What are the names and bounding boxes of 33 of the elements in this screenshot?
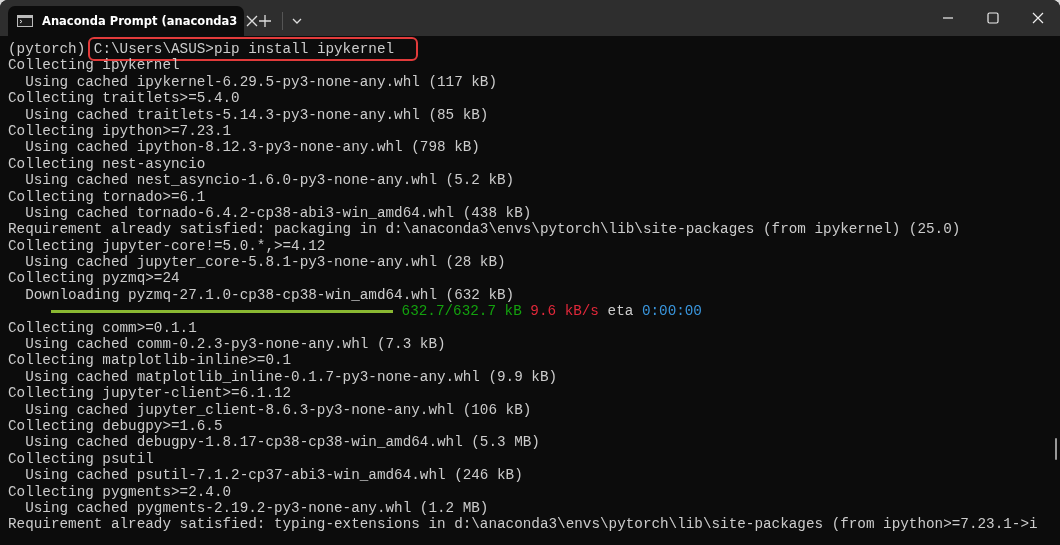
output-line: Collecting comm>=0.1.1 [8, 319, 197, 337]
output-line: Using cached matplotlib_inline-0.1.7-py3-none-any.whl (9.9 kB) [24, 368, 558, 386]
output-line: Collecting jupyter-core!=5.0.*,>=4.12 [8, 237, 326, 255]
output-line: Using cached nest_asyncio-1.6.0-py3-none-any.whl (5.2 kB) [24, 172, 515, 189]
output-line: Using cached ipykernel-6.29.5-py3-none-any.whl (117 kB) [24, 73, 498, 91]
output-line: Requirement already satisfied: typing-extensions in d:\anaconda3\envs\pytorch\lib\site-packages (from ipython>=7.23.1->i [8, 516, 1038, 533]
output-line: Collecting matplotlib-inline>=0.1 [8, 352, 292, 369]
output-line: Requirement already satisfied: packaging in d:\anaconda3\envs\pytorch\lib\site-packages (from ipykernel) (25.0) [8, 221, 961, 238]
output-line: Using cached comm-0.2.3-py3-none-any.whl (7.3 kB) [24, 336, 446, 353]
output-line: Using cached psutil-7.1.2-cp37-abi3-win_amd64.whl (246 kB) [24, 467, 523, 484]
output-line: Collecting debugpy>=1.6.5 [8, 418, 223, 435]
download-amount: 632.7/632.7 kB [401, 303, 522, 320]
output-line: Using cached jupyter_client-8.6.3-py3-none-any.whl (106 kB) [24, 401, 532, 418]
output-line: Collecting ipykernel [8, 57, 180, 74]
output-line: Collecting traitlets>=5.4.0 [8, 90, 240, 107]
output-line: Collecting pyzmq>=24 [8, 270, 180, 287]
output-line: Collecting psutil [8, 450, 154, 468]
output-line: Collecting nest-asyncio [8, 155, 206, 173]
output-line: Collecting tornado>=6.1 [8, 188, 206, 205]
output-line: Collecting ipython>=7.23.1 [8, 122, 232, 140]
output-line: Collecting pygments>=2.4.0 [8, 483, 232, 500]
prompt-env: (pytorch) [8, 41, 86, 58]
output-line: Collecting jupyter-client>=6.1.12 [8, 385, 292, 402]
output-line: Using cached ipython-8.12.3-py3-none-any.whl (798 kB) [24, 139, 480, 156]
output-line: Downloading pyzmq-27.1.0-cp38-cp38-win_amd64.whl (632 kB) [24, 286, 515, 304]
output-line: Using cached tornado-6.4.2-cp38-abi3-win_amd64.whl (438 kB) [24, 204, 532, 222]
download-speed: 9.6 kB/s [530, 303, 599, 320]
eta-label: eta [607, 303, 634, 320]
output-line: Using cached debugpy-1.8.17-cp38-cp38-win_amd64.whl (5.3 MB) [24, 434, 540, 451]
output-line: Using cached traitlets-5.14.3-py3-none-any.whl (85 kB) [24, 106, 489, 123]
output-line: Using cached jupyter_core-5.8.1-py3-none-any.whl (28 kB) [24, 254, 506, 271]
output-line: Using cached pygments-2.19.2-py3-none-any.whl (1.2 MB) [24, 499, 489, 517]
eta-time: 0:00:00 [641, 303, 702, 320]
